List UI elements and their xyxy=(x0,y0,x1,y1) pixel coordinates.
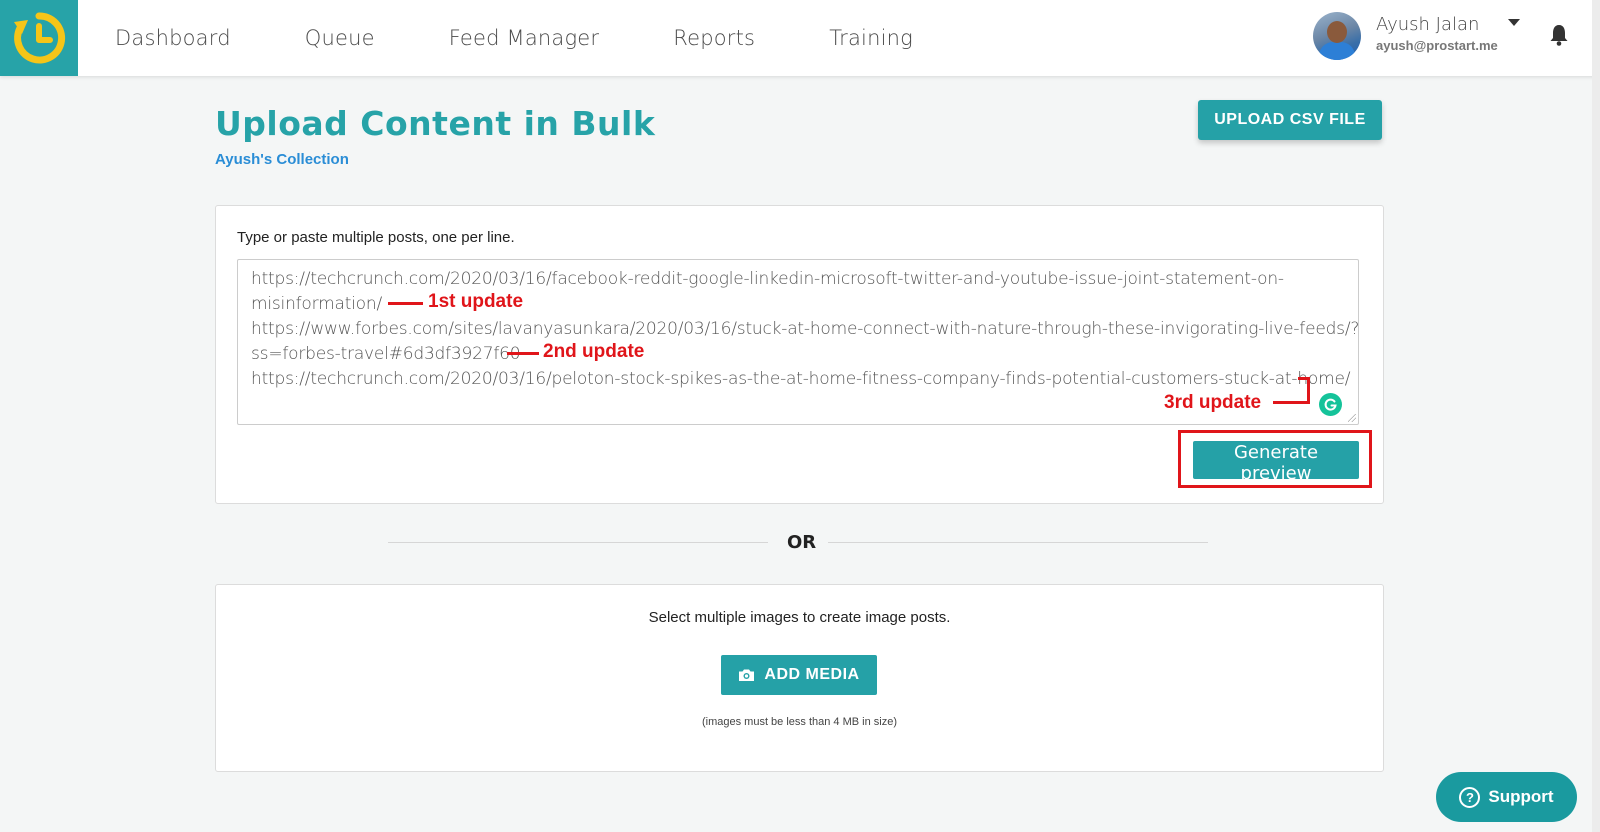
textarea-line: ss=forbes-travel#6d3df3927f60 xyxy=(251,344,521,364)
nav-dashboard[interactable]: Dashboard xyxy=(115,26,231,50)
user-email: ayush@prostart.me xyxy=(1376,38,1498,53)
clock-logo-icon xyxy=(14,12,66,64)
nav-reports[interactable]: Reports xyxy=(673,26,755,50)
support-label: Support xyxy=(1488,787,1554,806)
upload-csv-button[interactable]: UPLOAD CSV FILE xyxy=(1198,100,1382,140)
add-media-label: ADD MEDIA xyxy=(764,666,860,683)
annotation-line xyxy=(388,302,423,305)
app-logo[interactable] xyxy=(0,0,78,76)
text-posts-instruction: Type or paste multiple posts, one per li… xyxy=(237,229,515,246)
chevron-down-icon[interactable] xyxy=(1508,19,1520,26)
or-divider-label: OR xyxy=(787,532,817,553)
generate-preview-button[interactable]: Generate preview xyxy=(1193,441,1359,484)
textarea-line: https://techcrunch.com/2020/03/16/facebo… xyxy=(251,269,1284,289)
help-icon: ? xyxy=(1459,786,1481,808)
image-size-note: (images must be less than 4 MB in size) xyxy=(701,716,898,728)
nav-training[interactable]: Training xyxy=(829,26,913,50)
annotation-line xyxy=(1273,401,1310,404)
annotation-line xyxy=(507,352,539,355)
resize-handle[interactable] xyxy=(1348,414,1356,422)
annotation-1st-update: 1st update xyxy=(428,291,524,312)
page-scrollbar[interactable] xyxy=(1592,0,1600,832)
camera-icon xyxy=(739,669,755,681)
collection-link[interactable]: Ayush's Collection xyxy=(215,151,349,168)
grammarly-icon[interactable] xyxy=(1319,393,1342,416)
main-nav: Dashboard Queue Feed Manager Reports Tra… xyxy=(115,0,987,76)
textarea-line: https://techcrunch.com/2020/03/16/peloto… xyxy=(251,369,1351,389)
bell-icon[interactable] xyxy=(1549,24,1569,46)
divider-line-left xyxy=(388,542,768,543)
nav-feed-manager[interactable]: Feed Manager xyxy=(449,26,600,50)
top-nav-bar: Dashboard Queue Feed Manager Reports Tra… xyxy=(0,0,1600,76)
avatar[interactable] xyxy=(1313,12,1361,60)
user-name: Ayush Jalan xyxy=(1376,14,1480,35)
image-posts-card: Select multiple images to create image p… xyxy=(215,584,1384,772)
annotation-2nd-update: 2nd update xyxy=(543,341,645,362)
textarea-line: https://www.forbes.com/sites/lavanyasunk… xyxy=(251,319,1360,339)
page-title: Upload Content in Bulk xyxy=(215,104,656,143)
support-button[interactable]: ? Support xyxy=(1436,772,1577,822)
nav-queue[interactable]: Queue xyxy=(305,26,375,50)
annotation-3rd-update: 3rd update xyxy=(1164,392,1262,413)
image-posts-instruction: Select multiple images to create image p… xyxy=(648,609,951,626)
annotation-line xyxy=(1307,377,1310,404)
textarea-line: misinformation/ xyxy=(251,294,382,314)
divider-line-right xyxy=(828,542,1208,543)
add-media-button[interactable]: ADD MEDIA xyxy=(721,655,877,695)
refresh-icon xyxy=(1324,398,1337,411)
